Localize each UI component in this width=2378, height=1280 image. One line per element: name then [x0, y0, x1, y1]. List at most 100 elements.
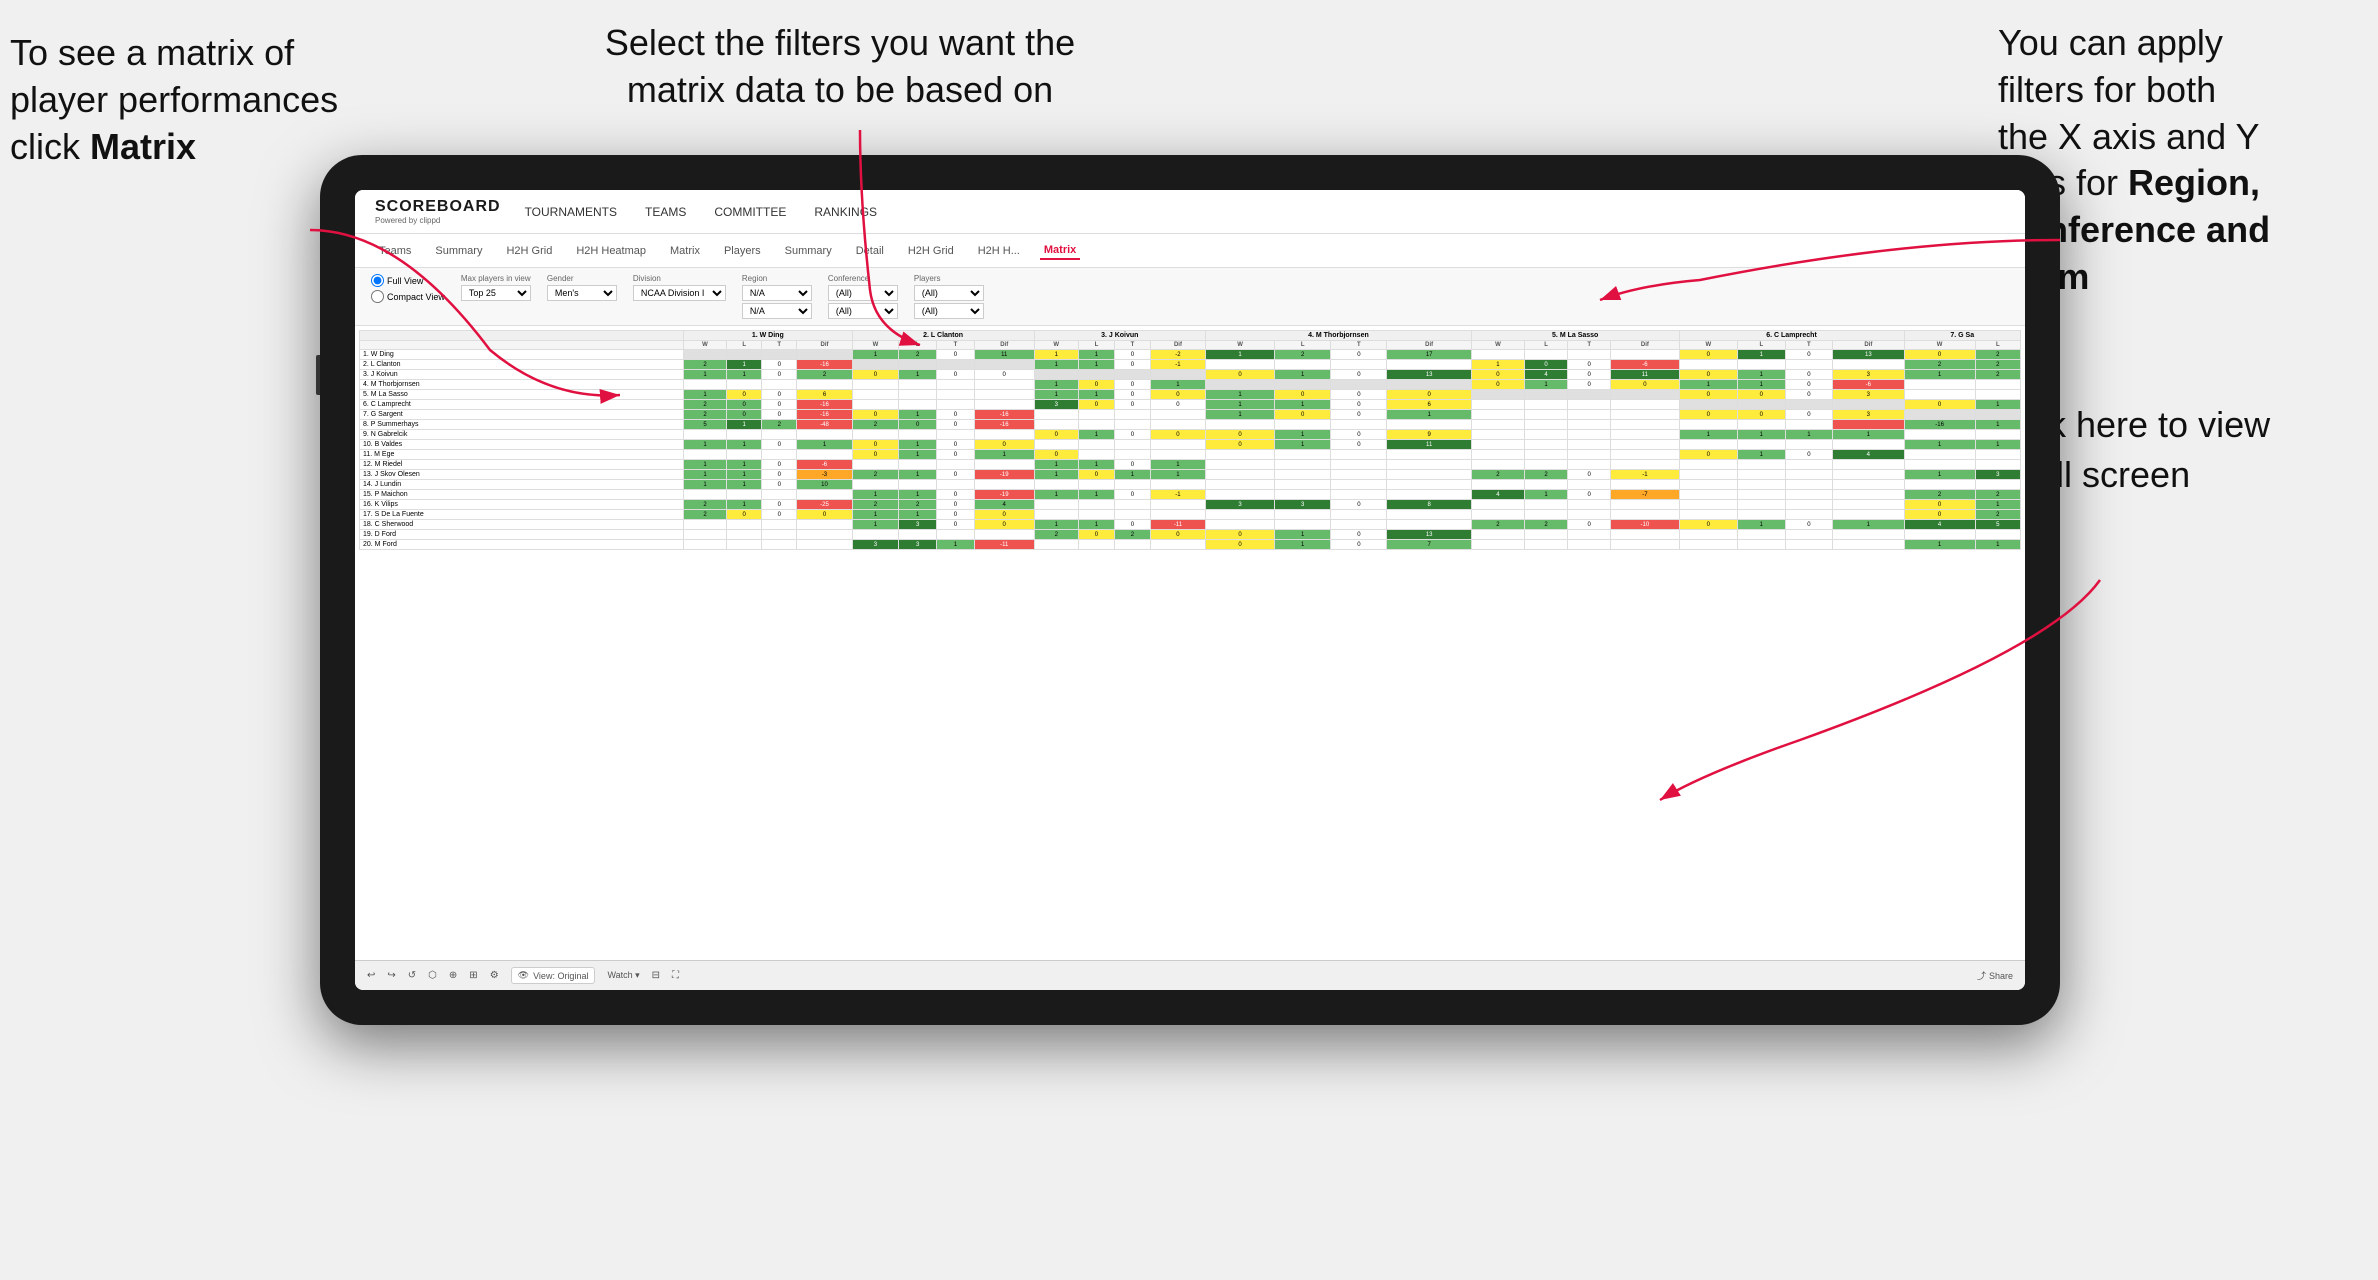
redo-icon[interactable]: ↪	[387, 970, 395, 981]
watch-label[interactable]: Watch ▾	[607, 970, 639, 981]
matrix-cell: -19	[974, 490, 1034, 500]
matrix-cell: -7	[1611, 490, 1679, 500]
nav-items: TOURNAMENTS TEAMS COMMITTEE RANKINGS	[525, 201, 877, 223]
subnav-teams[interactable]: Teams	[375, 243, 415, 259]
matrix-cell	[974, 430, 1034, 440]
matrix-cell	[1150, 370, 1205, 380]
expand-icon[interactable]: ⛶	[672, 970, 679, 981]
matrix-cell: 0	[762, 470, 797, 480]
subnav-matrix[interactable]: Matrix	[666, 243, 704, 259]
matrix-cell: -3	[797, 470, 852, 480]
nav-rankings[interactable]: RANKINGS	[814, 201, 877, 223]
grid-icon[interactable]: ⊟	[652, 970, 660, 981]
matrix-cell	[1833, 530, 1904, 540]
matrix-cell	[1833, 540, 1904, 550]
matrix-cell	[1275, 480, 1331, 490]
matrix-container[interactable]: 1. W Ding 2. L Clanton 3. J Koivun 4. M …	[355, 326, 2025, 960]
nav-committee[interactable]: COMMITTEE	[714, 201, 786, 223]
subnav-h2h-h[interactable]: H2H H...	[974, 243, 1024, 259]
view-original-icon: 👁	[518, 970, 529, 981]
matrix-cell	[797, 430, 852, 440]
subnav-players[interactable]: Players	[720, 243, 765, 259]
matrix-cell: 0	[937, 490, 975, 500]
region-select-1[interactable]: N/A	[742, 285, 812, 301]
subnav-detail[interactable]: Detail	[852, 243, 888, 259]
zoom-icon[interactable]: ⊕	[449, 970, 457, 981]
subnav-summary[interactable]: Summary	[431, 243, 486, 259]
matrix-cell: 0	[1114, 520, 1150, 530]
matrix-cell: 1	[1904, 440, 1975, 450]
share2-icon[interactable]: ⬡	[428, 970, 437, 981]
compact-view-option[interactable]: Compact View	[371, 290, 445, 303]
nav-tournaments[interactable]: TOURNAMENTS	[525, 201, 617, 223]
matrix-table: 1. W Ding 2. L Clanton 3. J Koivun 4. M …	[359, 330, 2021, 550]
matrix-cell: 2	[1904, 360, 1975, 370]
conference-select-2[interactable]: (All)	[828, 303, 898, 319]
view-original-btn[interactable]: 👁 View: Original	[511, 967, 596, 984]
subnav-h2h-grid[interactable]: H2H Grid	[502, 243, 556, 259]
player-name-cell: 3. J Koivun	[360, 370, 684, 380]
subnav-summary2[interactable]: Summary	[781, 243, 836, 259]
matrix-cell	[852, 480, 899, 490]
matrix-cell	[797, 350, 852, 360]
player-name-cell: 18. C Sherwood	[360, 520, 684, 530]
matrix-cell: 0	[1904, 500, 1975, 510]
players-select-2[interactable]: (All)	[914, 303, 984, 319]
matrix-cell	[1150, 450, 1205, 460]
matrix-cell: 2	[852, 420, 899, 430]
matrix-cell: 1	[683, 460, 726, 470]
matrix-cell	[1331, 450, 1387, 460]
matrix-cell: 0	[1150, 400, 1205, 410]
share-button[interactable]: ⤴ Share	[1977, 969, 2013, 982]
matrix-cell	[899, 400, 937, 410]
matrix-cell: 0	[1679, 390, 1738, 400]
matrix-cell: 0	[937, 470, 975, 480]
matrix-cell: 0	[974, 440, 1034, 450]
matrix-cell: 1	[1205, 410, 1274, 420]
nav-teams[interactable]: TEAMS	[645, 201, 686, 223]
region-select-2[interactable]: N/A	[742, 303, 812, 319]
undo-icon[interactable]: ↩	[367, 970, 375, 981]
matrix-cell: 0	[1785, 520, 1833, 530]
full-view-radio[interactable]	[371, 274, 384, 287]
matrix-cell: 1	[727, 370, 762, 380]
sub-wding-w: W	[683, 341, 726, 350]
layout-icon[interactable]: ⊞	[469, 970, 477, 981]
compact-view-radio[interactable]	[371, 290, 384, 303]
gender-select[interactable]: Men's	[547, 285, 617, 301]
matrix-cell: 2	[683, 400, 726, 410]
matrix-cell	[1471, 510, 1524, 520]
matrix-cell	[1471, 540, 1524, 550]
sub-lclanton-l: L	[899, 341, 937, 350]
sub-jkoivun-l: L	[1078, 341, 1114, 350]
settings-icon[interactable]: ⚙	[490, 970, 499, 981]
matrix-cell: 2	[1114, 530, 1150, 540]
matrix-cell	[852, 430, 899, 440]
table-row: 8. P Summerhays512-48200-16-161	[360, 420, 2021, 430]
matrix-cell: 1	[683, 390, 726, 400]
division-select[interactable]: NCAA Division I	[633, 285, 726, 301]
matrix-cell: 1	[1975, 400, 2020, 410]
matrix-cell	[1524, 350, 1567, 360]
matrix-cell: 1	[974, 450, 1034, 460]
players-select-1[interactable]: (All)	[914, 285, 984, 301]
matrix-cell	[1150, 540, 1205, 550]
matrix-cell: 0	[1904, 510, 1975, 520]
matrix-cell	[1150, 410, 1205, 420]
matrix-cell: 0	[1150, 430, 1205, 440]
matrix-cell	[762, 490, 797, 500]
refresh-icon[interactable]: ↺	[408, 970, 416, 981]
player-name-cell: 11. M Ege	[360, 450, 684, 460]
matrix-cell: 1	[683, 470, 726, 480]
subnav-h2h-grid2[interactable]: H2H Grid	[904, 243, 958, 259]
subnav-h2h-heatmap[interactable]: H2H Heatmap	[572, 243, 650, 259]
matrix-cell	[1679, 440, 1738, 450]
sub-jkoivun-t: T	[1114, 341, 1150, 350]
conference-select-1[interactable]: (All)	[828, 285, 898, 301]
subnav-matrix-active[interactable]: Matrix	[1040, 242, 1080, 260]
matrix-cell	[762, 520, 797, 530]
matrix-cell	[1785, 530, 1833, 540]
full-view-option[interactable]: Full View	[371, 274, 445, 287]
matrix-cell: 1	[899, 510, 937, 520]
max-players-select[interactable]: Top 25	[461, 285, 531, 301]
